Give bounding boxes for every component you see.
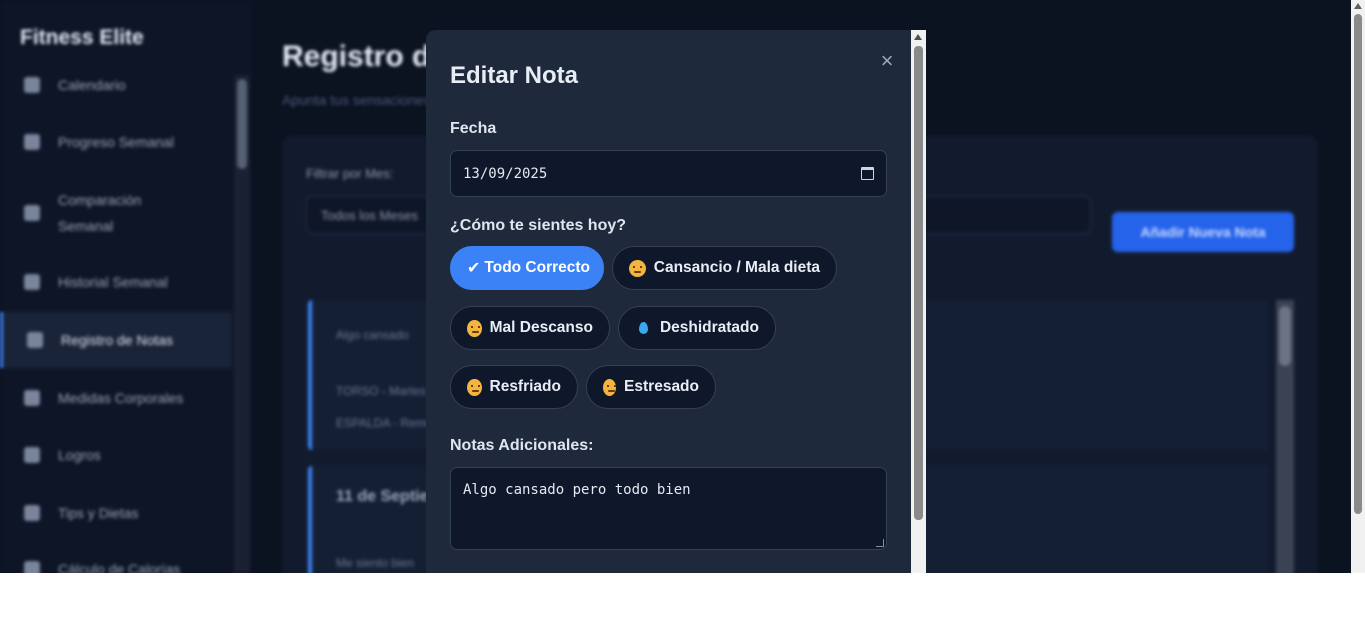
- filter-label: Filtrar por Mes:: [306, 166, 394, 181]
- mood-label: ¿Cómo te sientes hoy?: [450, 217, 627, 234]
- mood-label-text: Deshidratado: [659, 319, 759, 336]
- history-icon: [24, 274, 40, 290]
- sleepy-face-icon: [467, 319, 482, 337]
- sidebar: Fitness Elite Calendario Progreso Semana…: [0, 0, 252, 573]
- sidebar-item-logros[interactable]: Logros: [0, 427, 232, 483]
- modal-scrollbar[interactable]: [911, 30, 926, 573]
- close-icon[interactable]: ×: [876, 50, 898, 72]
- sidebar-item-medidas[interactable]: Medidas Corporales: [0, 370, 232, 426]
- note-exercise: TORSO - Martes: [336, 384, 426, 398]
- notes-label: Notas Adicionales:: [450, 437, 594, 454]
- scroll-up-arrow-icon[interactable]: [914, 34, 922, 40]
- sick-face-icon: [467, 378, 482, 396]
- sidebar-item-label: Medidas Corporales: [58, 390, 184, 406]
- calendar-icon: [24, 77, 40, 93]
- ruler-icon: [24, 390, 40, 406]
- sidebar-item-label: Tips y Dietas: [58, 505, 139, 521]
- sidebar-item-label: Comparación Semanal: [58, 192, 142, 234]
- mood-label-text: Estresado: [624, 378, 699, 395]
- tired-face-icon: [629, 259, 646, 277]
- stressed-face-icon: [603, 378, 617, 396]
- date-value: 13/09/2025: [463, 165, 548, 182]
- mood-option-todo-correcto[interactable]: ✔ Todo Correcto: [450, 246, 604, 290]
- sidebar-item-comparacion[interactable]: Comparación Semanal: [0, 185, 232, 241]
- calendar-icon[interactable]: [861, 167, 874, 180]
- page-scrollbar[interactable]: [1351, 0, 1365, 573]
- sidebar-item-label: Historial Semanal: [58, 274, 168, 290]
- scrollbar-thumb[interactable]: [914, 46, 923, 520]
- check-icon: ✔: [467, 260, 481, 277]
- mood-option-mal-descanso[interactable]: Mal Descanso: [450, 306, 610, 350]
- notes-textarea[interactable]: Algo cansado pero todo bien: [450, 467, 887, 550]
- app-viewport: Fitness Elite Calendario Progreso Semana…: [0, 0, 1351, 573]
- chart-icon: [24, 134, 40, 150]
- notes-value: Algo cansado pero todo bien: [463, 482, 691, 498]
- sidebar-item-calendario[interactable]: Calendario: [0, 57, 232, 113]
- sidebar-item-label: Logros: [58, 447, 101, 463]
- mood-option-resfriado[interactable]: Resfriado: [450, 365, 578, 409]
- sidebar-item-tips[interactable]: Tips y Dietas: [0, 485, 232, 541]
- sidebar-item-label: Calendario: [58, 77, 126, 93]
- sidebar-item-calorias[interactable]: Cálculo de Calorías: [0, 541, 232, 573]
- sidebar-item-historial[interactable]: Historial Semanal: [0, 254, 232, 310]
- sidebar-scrollbar[interactable]: [234, 75, 250, 573]
- date-field[interactable]: 13/09/2025: [450, 150, 887, 197]
- resize-handle-icon[interactable]: [876, 539, 884, 547]
- note-text: Algo cansado: [336, 328, 409, 342]
- panel-scrollbar[interactable]: [1276, 300, 1294, 573]
- trophy-icon: [24, 447, 40, 463]
- mood-option-estresado[interactable]: Estresado: [586, 365, 716, 409]
- calculator-icon: [24, 561, 40, 573]
- brand-title: Fitness Elite: [20, 26, 144, 49]
- note-text: Me siento bien: [336, 556, 415, 570]
- scale-icon: [24, 205, 40, 221]
- sidebar-item-notas[interactable]: Registro de Notas: [0, 312, 232, 368]
- date-label: Fecha: [450, 120, 497, 137]
- sidebar-item-label: Registro de Notas: [61, 332, 174, 348]
- sidebar-item-label: Cálculo de Calorías: [58, 561, 181, 573]
- mood-label-text: Cansancio / Mala dieta: [653, 259, 820, 276]
- mood-label-text: Mal Descanso: [489, 319, 593, 336]
- edit-note-modal: Editar Nota × Fecha 13/09/2025 ¿Cómo te …: [426, 30, 911, 573]
- notes-icon: [27, 332, 43, 348]
- water-drop-icon: [635, 320, 652, 337]
- mood-option-cansancio[interactable]: Cansancio / Mala dieta: [612, 246, 837, 290]
- tip-icon: [24, 505, 40, 521]
- modal-title: Editar Nota: [450, 62, 579, 89]
- add-note-button[interactable]: Añadir Nueva Nota: [1112, 212, 1294, 252]
- sidebar-item-progreso[interactable]: Progreso Semanal: [0, 114, 232, 170]
- scroll-up-arrow-icon[interactable]: [1354, 3, 1362, 9]
- mood-label-text: Resfriado: [489, 378, 562, 395]
- mood-option-deshidratado[interactable]: Deshidratado: [618, 306, 776, 350]
- scrollbar-thumb[interactable]: [1354, 14, 1362, 514]
- sidebar-item-label: Progreso Semanal: [58, 134, 174, 150]
- mood-label-text: Todo Correcto: [484, 259, 591, 276]
